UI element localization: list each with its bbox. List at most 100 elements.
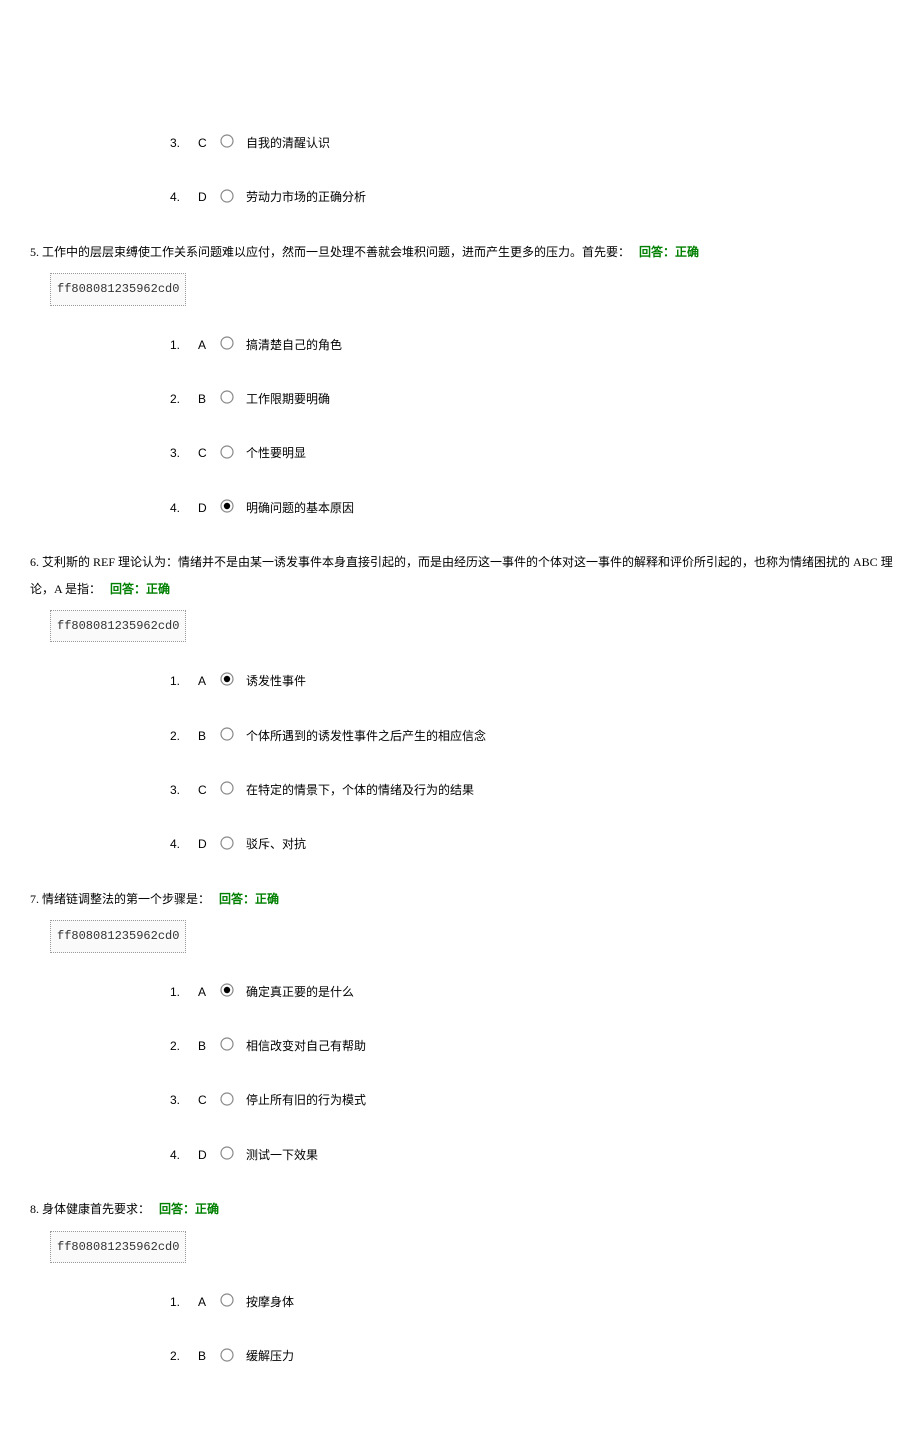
option-row: 1. A 诱发性事件 [170,668,900,694]
option-row: 3. C 个性要明显 [170,440,900,466]
radio-icon[interactable] [220,336,234,350]
option-text: 测试一下效果 [246,1142,318,1168]
option-number: 4. [170,495,198,521]
option-number: 1. [170,1289,198,1315]
option-text: 驳斥、对抗 [246,831,306,857]
radio-icon[interactable] [220,499,234,513]
option-letter: D [198,831,218,857]
radio-icon[interactable] [220,983,234,997]
option-row: 3. C 自我的清醒认识 [170,130,900,156]
option-row: 2. B 工作限期要明确 [170,386,900,412]
option-row: 2. B 缓解压力 [170,1343,900,1369]
option-letter: D [198,184,218,210]
radio-icon[interactable] [220,1092,234,1106]
question-7: 7. 情绪链调整法的第一个步骤是： 回答：正确 ff808081235962cd… [20,886,900,1168]
option-letter: C [198,440,218,466]
option-letter: A [198,668,218,694]
option-row: 3. C 停止所有旧的行为模式 [170,1087,900,1113]
option-text: 缓解压力 [246,1343,294,1369]
question-text: 工作中的层层束缚使工作关系问题难以应付，然而一旦处理不善就会堆积问题，进而产生更… [42,245,630,259]
option-row: 3. C 在特定的情景下，个体的情绪及行为的结果 [170,777,900,803]
radio-icon[interactable] [220,836,234,850]
option-row: 1. A 搞清楚自己的角色 [170,332,900,358]
options-list: 1. A 搞清楚自己的角色 2. B 工作限期要明确 3. C 个性要明显 4.… [170,332,900,522]
radio-icon[interactable] [220,672,234,686]
option-text: 明确问题的基本原因 [246,495,354,521]
option-row: 1. A 按摩身体 [170,1289,900,1315]
radio-icon[interactable] [220,189,234,203]
option-letter: C [198,777,218,803]
answer-status: 回答：正确 [219,892,279,906]
page: 3. C 自我的清醒认识 4. D 劳动力市场的正确分析 5. 工作中的层层束缚… [0,0,920,1438]
option-letter: B [198,1343,218,1369]
radio-icon[interactable] [220,781,234,795]
option-text: 停止所有旧的行为模式 [246,1087,366,1113]
code-box: ff808081235962cd0 [50,273,186,305]
question-text: 身体健康首先要求： [42,1202,150,1216]
radio-icon[interactable] [220,134,234,148]
question-text-row: 7. 情绪链调整法的第一个步骤是： 回答：正确 [30,886,900,912]
radio-icon[interactable] [220,1348,234,1362]
option-number: 2. [170,386,198,412]
question-number: 8. [30,1202,39,1216]
answer-status: 回答：正确 [110,582,170,596]
radio-icon[interactable] [220,727,234,741]
option-number: 3. [170,777,198,803]
option-text: 诱发性事件 [246,668,306,694]
option-text: 相信改变对自己有帮助 [246,1033,366,1059]
question-5: 5. 工作中的层层束缚使工作关系问题难以应付，然而一旦处理不善就会堆积问题，进而… [20,239,900,521]
orphan-options: 3. C 自我的清醒认识 4. D 劳动力市场的正确分析 [170,130,900,211]
question-8: 8. 身体健康首先要求： 回答：正确 ff808081235962cd0 1. … [20,1196,900,1370]
code-box: ff808081235962cd0 [50,1231,186,1263]
options-list: 1. A 确定真正要的是什么 2. B 相信改变对自己有帮助 3. C 停止所有… [170,979,900,1169]
option-number: 1. [170,332,198,358]
option-row: 2. B 相信改变对自己有帮助 [170,1033,900,1059]
option-text: 按摩身体 [246,1289,294,1315]
radio-icon[interactable] [220,1146,234,1160]
option-letter: C [198,130,218,156]
option-text: 个性要明显 [246,440,306,466]
option-number: 3. [170,1087,198,1113]
option-letter: A [198,332,218,358]
option-text: 工作限期要明确 [246,386,330,412]
option-letter: A [198,979,218,1005]
question-text-row: 8. 身体健康首先要求： 回答：正确 [30,1196,900,1222]
option-text: 确定真正要的是什么 [246,979,354,1005]
question-6: 6. 艾利斯的 REF 理论认为：情绪并不是由某一诱发事件本身直接引起的，而是由… [20,549,900,858]
option-letter: B [198,723,218,749]
question-text-row: 6. 艾利斯的 REF 理论认为：情绪并不是由某一诱发事件本身直接引起的，而是由… [30,549,900,602]
option-text: 搞清楚自己的角色 [246,332,342,358]
question-number: 6. [30,555,39,569]
code-box: ff808081235962cd0 [50,920,186,952]
option-letter: A [198,1289,218,1315]
option-number: 1. [170,979,198,1005]
option-letter: D [198,1142,218,1168]
radio-icon[interactable] [220,445,234,459]
option-letter: B [198,386,218,412]
option-text: 劳动力市场的正确分析 [246,184,366,210]
option-letter: B [198,1033,218,1059]
answer-status: 回答：正确 [639,245,699,259]
option-number: 4. [170,831,198,857]
option-row: 4. D 劳动力市场的正确分析 [170,184,900,210]
option-number: 3. [170,130,198,156]
radio-icon[interactable] [220,390,234,404]
answer-status: 回答：正确 [159,1202,219,1216]
option-row: 2. B 个体所遇到的诱发性事件之后产生的相应信念 [170,723,900,749]
option-row: 4. D 驳斥、对抗 [170,831,900,857]
options-list: 1. A 按摩身体 2. B 缓解压力 [170,1289,900,1370]
options-list: 1. A 诱发性事件 2. B 个体所遇到的诱发性事件之后产生的相应信念 3. … [170,668,900,858]
question-number: 5. [30,245,39,259]
option-number: 2. [170,723,198,749]
option-text: 在特定的情景下，个体的情绪及行为的结果 [246,777,474,803]
radio-icon[interactable] [220,1293,234,1307]
option-number: 3. [170,440,198,466]
radio-icon[interactable] [220,1037,234,1051]
option-text: 自我的清醒认识 [246,130,330,156]
option-letter: C [198,1087,218,1113]
question-text: 情绪链调整法的第一个步骤是： [42,892,210,906]
code-box: ff808081235962cd0 [50,610,186,642]
option-row: 4. D 测试一下效果 [170,1142,900,1168]
question-number: 7. [30,892,39,906]
option-row: 1. A 确定真正要的是什么 [170,979,900,1005]
